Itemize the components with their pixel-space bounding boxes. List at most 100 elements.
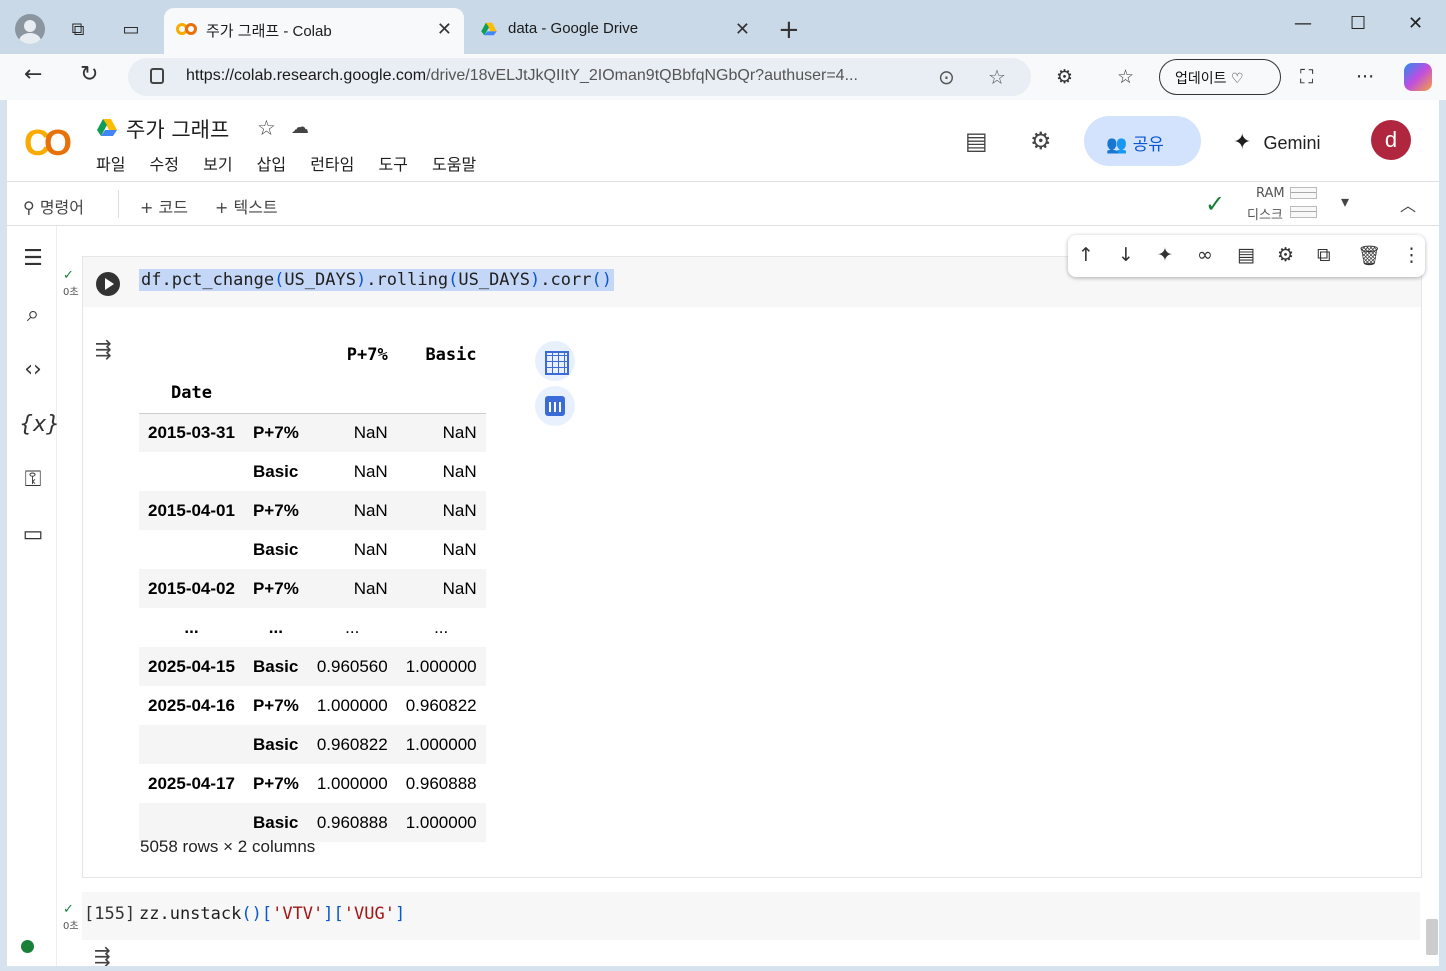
mirror-cell-icon[interactable]: ⧉ [1317,244,1331,266]
code-editor[interactable]: [155] zz.unstack()['VTV']['VUG'] [82,892,1420,940]
delete-icon[interactable]: 🗑 [1357,244,1381,267]
find-icon[interactable]: ⌕ [19,302,47,327]
people-icon: 👥 [1106,135,1128,155]
run-cell-button[interactable] [96,272,120,296]
settings-more-icon[interactable]: ··· [1356,66,1374,88]
index-sub: Basic [243,725,308,764]
more-vert-icon[interactable]: ⋮ [1402,244,1421,266]
menu-file[interactable]: 파일 [96,155,125,174]
cell-value: 1.000000 [396,647,486,686]
back-icon[interactable]: ← [24,62,42,87]
notebook-toolbar: ⚲ 명령어 + 코드 + 텍스트 ✓ RAM 디스크 ▾ ︿ [7,182,1439,226]
link-icon[interactable]: ∞ [1197,244,1213,266]
extensions-icon[interactable]: ⚙ [1056,66,1073,88]
menu-edit[interactable]: 수정 [150,155,179,174]
cell-code[interactable]: zz.unstack()['VTV']['VUG'] [139,904,405,924]
close-window-icon[interactable]: ✕ [1408,13,1423,34]
profile-icon[interactable] [15,14,45,44]
gemini-button[interactable]: ✦ Gemini [1233,129,1320,155]
resource-dropdown-icon[interactable]: ▾ [1341,192,1349,211]
close-tab-icon[interactable]: ✕ [735,19,750,40]
avatar[interactable]: d [1371,120,1411,160]
commands-button[interactable]: ⚲ 명령어 [23,194,84,218]
menu-view[interactable]: 보기 [203,155,232,174]
exec-time: 0초 [63,921,79,932]
table-row: 2015-03-31 P+7% NaN NaN [139,413,486,452]
move-down-icon[interactable]: ↓ [1118,244,1134,266]
gemini-sparkle-icon[interactable]: ✦ [1157,244,1173,266]
menu-tools[interactable]: 도구 [378,155,407,174]
secrets-key-icon[interactable]: ⚿ [19,467,47,492]
cell2-exec-status: ✓ 0초 [63,902,79,932]
blank-header [396,374,486,414]
code-cell[interactable]: [155] zz.unstack()['VTV']['VUG'] ⇶ [82,892,1422,966]
url-text[interactable]: https://colab.research.google.com/drive/… [186,67,858,85]
refresh-icon[interactable]: ↻ [80,62,98,87]
gemini-label: Gemini [1263,133,1321,153]
tab-drive[interactable]: data - Google Drive ✕ [466,8,762,54]
cell-code[interactable]: df.pct_change(US_DAYS).rolling(US_DAYS).… [139,269,614,291]
notebook-title[interactable]: 주가 그래프 [126,114,229,144]
workspaces-icon[interactable]: ⧉ [66,18,90,42]
address-bar[interactable]: https://colab.research.google.com/drive/… [128,58,1031,96]
code-cell[interactable]: df.pct_change(US_DAYS).rolling(US_DAYS).… [82,235,1425,878]
variables-icon[interactable]: {x} [19,412,60,437]
url-path: /drive/18vELJtJkQIItY_2IOman9tQBbfqNGbQr… [426,67,858,84]
suggest-chart-button[interactable] [535,386,575,426]
cell-value: NaN [442,539,477,559]
files-folder-icon[interactable]: ▭ [19,522,47,547]
comment-icon[interactable]: ▤ [1237,244,1255,266]
lock-icon[interactable] [150,68,164,84]
tab-colab[interactable]: 주가 그래프 - Colab ✕ [164,8,464,54]
update-button[interactable]: 업데이트 ♡ [1159,59,1281,95]
menu-help[interactable]: 도움말 [432,155,476,174]
index-date: 2015-04-01 [139,491,244,530]
connected-check-icon[interactable]: ✓ [1205,190,1225,218]
add-text-button[interactable]: + 텍스트 [215,194,278,218]
collapse-icon[interactable]: ︿ [1400,192,1416,216]
scrollbar-thumb[interactable] [1426,919,1438,955]
column-header: P+7% [346,344,388,365]
cloud-icon[interactable]: ☁ [291,117,309,138]
cell-settings-icon[interactable]: ⚙ [1277,244,1294,266]
drive-favicon [481,22,497,36]
index-date [139,452,244,491]
output-actions-icon[interactable]: ⇶ [94,944,111,966]
move-up-icon[interactable]: ↑ [1078,244,1094,266]
index-sub: P+7% [243,569,308,608]
screenshot-icon[interactable]: ⛶ [1300,66,1313,88]
table-row: Basic 0.960822 1.000000 [139,725,486,764]
colab-logo[interactable]: CO [24,122,72,164]
interactive-table-button[interactable] [535,341,575,381]
minimize-icon[interactable]: — [1294,13,1312,34]
cell-value: 1.000000 [316,773,388,793]
more-page-icon[interactable]: ⊙ [938,65,955,89]
favorites-icon[interactable]: ☆ [1117,66,1134,88]
tab-title: data - Google Drive [508,20,639,37]
menu-runtime[interactable]: 런타임 [310,155,354,174]
close-tab-icon[interactable]: ✕ [437,19,452,40]
menu-insert[interactable]: 삽입 [257,155,286,174]
output-actions-icon[interactable]: ⇶ [95,337,112,361]
favorite-star-icon[interactable]: ☆ [988,65,1006,89]
new-tab-icon[interactable]: + [778,15,800,45]
settings-icon[interactable]: ⚙ [1030,127,1052,155]
table-row: 2025-04-17 P+7% 1.000000 0.960888 [139,764,486,803]
star-icon[interactable]: ☆ [257,116,276,140]
copilot-icon[interactable] [1404,63,1432,91]
cell-value: NaN [307,413,397,452]
code-snippets-icon[interactable]: ‹› [19,357,47,382]
share-button[interactable]: 👥 공유 [1084,116,1201,166]
toc-icon[interactable]: ☰ [19,246,47,271]
drive-icon[interactable] [96,118,118,138]
divider [118,190,119,218]
tab-actions-icon[interactable]: ▭ [119,18,143,42]
maximize-icon[interactable]: ☐ [1350,13,1366,34]
add-code-button[interactable]: + 코드 [140,194,188,218]
cell-value: 1.000000 [396,803,486,842]
cell-value: 0.960560 [307,647,397,686]
cell-value: NaN [353,539,388,559]
disk-bar [1290,206,1317,218]
comment-icon[interactable]: ▤ [965,127,988,155]
check-icon: ✓ [63,268,74,283]
